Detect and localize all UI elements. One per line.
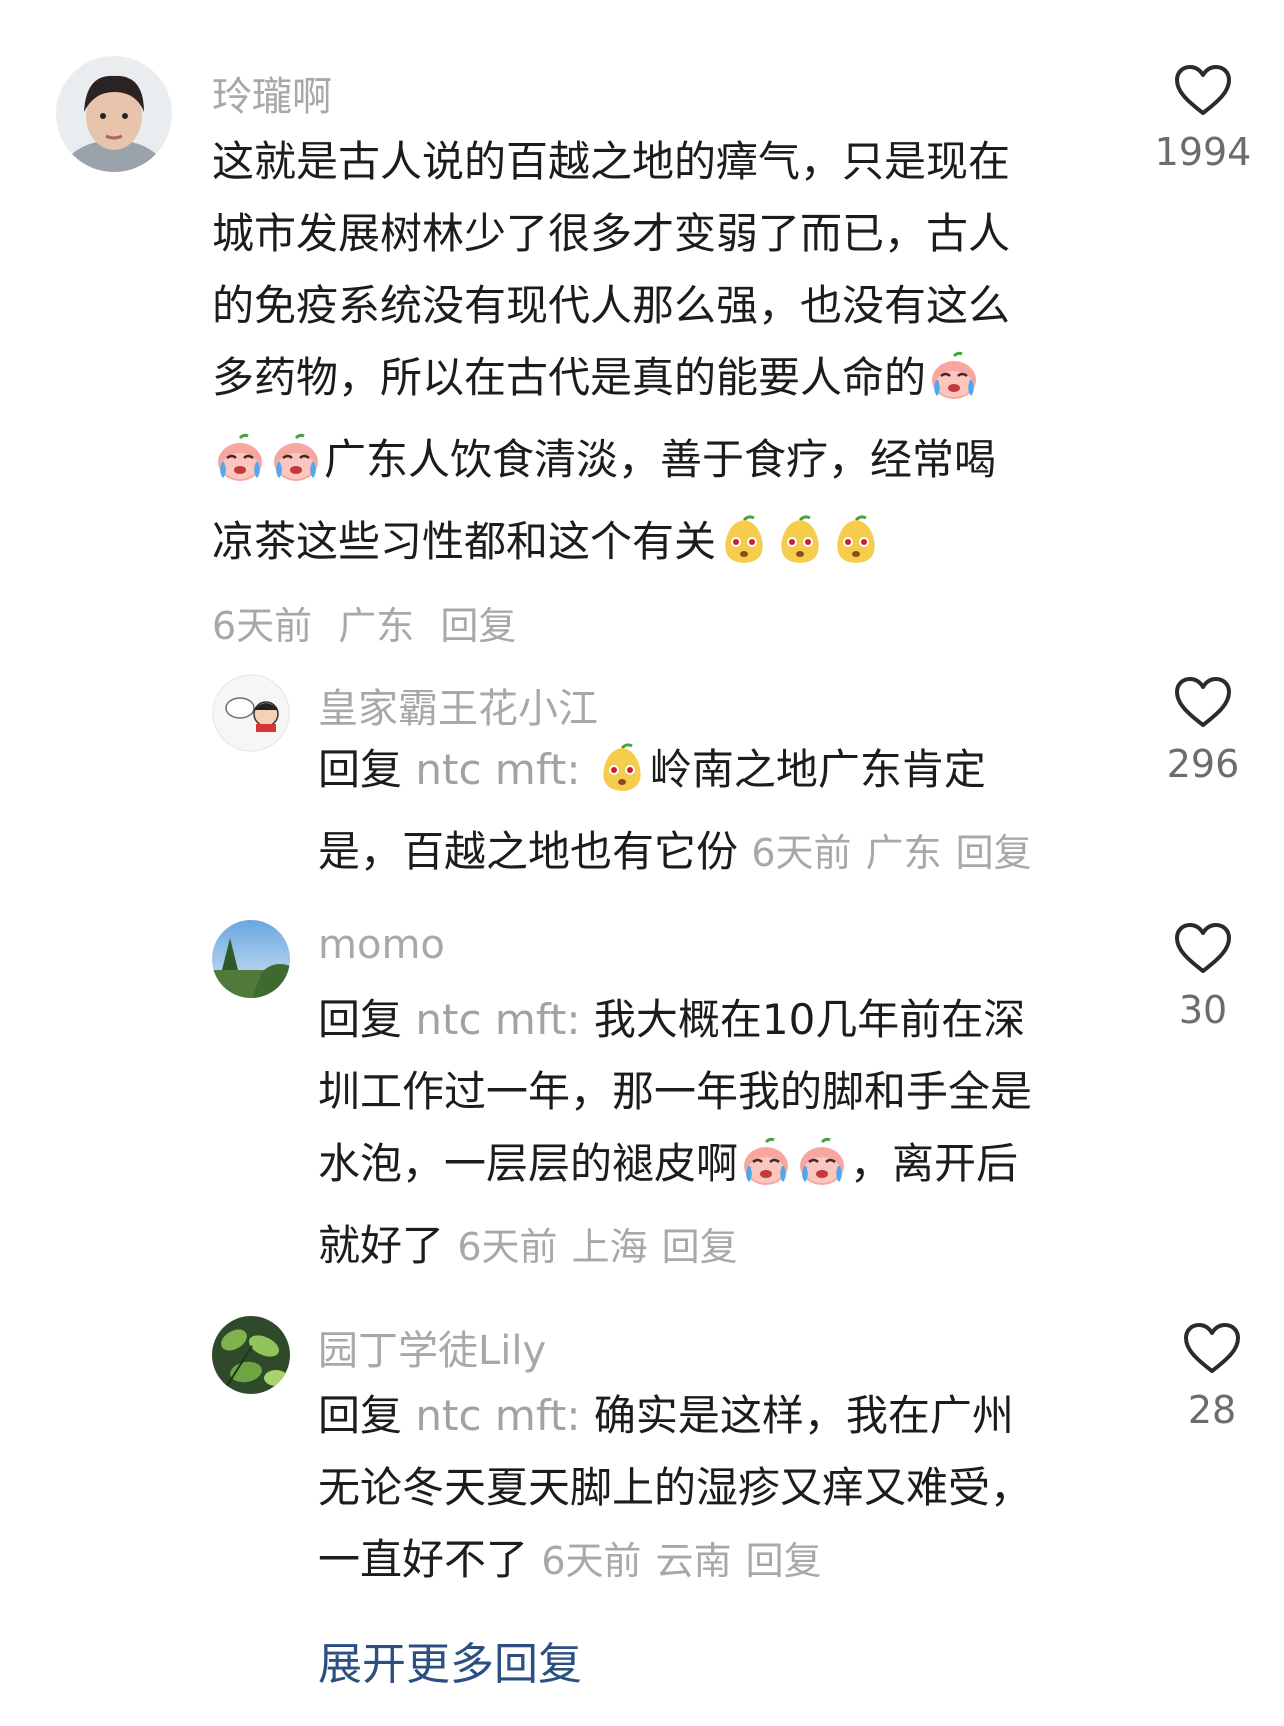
avatar[interactable] [212, 920, 290, 998]
reply-text: 回复 ntc mft: 确实是这样，我在广州 无论冬天夏天脚上的湿疹又痒又难受，… [318, 1380, 1138, 1597]
like-button[interactable]: 1994 [1133, 64, 1273, 174]
reply-username[interactable]: 园丁学徒Lily [318, 1318, 546, 1376]
comment-line-text: 广东人饮食清淡，善于食疗，经常喝 [324, 435, 997, 484]
pear-emoji-icon [774, 514, 826, 588]
avatar[interactable] [56, 56, 172, 172]
like-count: 1994 [1154, 130, 1252, 174]
crying-emoji-icon [928, 350, 980, 424]
reply-location: 云南 [655, 1539, 732, 1583]
like-button[interactable]: 28 [1142, 1322, 1282, 1432]
comment-text: 这就是古人说的百越之地的瘴气，只是现在 城市发展树林少了很多才变弱了而已，古人 … [212, 126, 1122, 654]
reply-line: 就好了 6天前 上海 回复 [318, 1210, 1138, 1283]
reply-username[interactable]: 皇家霸王花小江 [318, 676, 598, 734]
pear-emoji-icon [718, 514, 770, 588]
reply-location: 上海 [571, 1225, 648, 1269]
comment-line: 城市发展树林少了很多才变弱了而已，古人 [212, 209, 1011, 258]
reply-time: 6天前 [541, 1539, 642, 1583]
reply-line: 回复 ntc mft: 确实是这样，我在广州 [318, 1380, 1138, 1452]
reply-location: 广东 [865, 831, 942, 875]
comment-line: 这就是古人说的百越之地的瘴气，只是现在 [212, 137, 1011, 186]
reply-line-text: 是，百越之地也有它份 [318, 827, 739, 876]
comment-thread: 玲瓏啊 这就是古人说的百越之地的瘴气，只是现在 城市发展树林少了很多才变弱了而已… [0, 0, 1284, 1726]
crying-emoji-icon [270, 432, 322, 506]
reply-line-text: 一直好不了 [318, 1535, 529, 1584]
reply-prefix: 回复 [318, 745, 403, 794]
like-count: 296 [1166, 742, 1240, 786]
reply-button[interactable]: 回复 [956, 831, 1032, 875]
reply-text: 回复 ntc mft: 我大概在10几年前在深 圳工作过一年，那一年我的脚和手全… [318, 984, 1138, 1283]
reply-prefix: 回复 [318, 995, 403, 1044]
reply-line-text: 就好了 [318, 1221, 445, 1270]
pear-emoji-icon [830, 514, 882, 588]
heart-icon[interactable] [1133, 64, 1273, 116]
reply-text: 回复 ntc mft: 岭南之地广东肯定 是，百越之地也有它份 6天前 广东 回复 [318, 734, 1138, 889]
reply-line: 水泡，一层层的褪皮啊 ，离开后 [318, 1128, 1138, 1210]
pear-emoji-icon [596, 742, 648, 816]
reply-line-text: 水泡，一层层的褪皮啊 [318, 1139, 739, 1188]
reply-line: 回复 ntc mft: 我大概在10几年前在深 [318, 984, 1138, 1056]
reply-target[interactable]: ntc mft: [415, 995, 580, 1044]
reply-line-text: 岭南之地广东肯定 [649, 745, 986, 794]
reply-line-text: ，离开后 [850, 1139, 1019, 1188]
heart-icon[interactable] [1142, 1322, 1282, 1374]
reply-time: 6天前 [457, 1225, 558, 1269]
reply-line: 一直好不了 6天前 云南 回复 [318, 1524, 1138, 1597]
comment-username[interactable]: 玲瓏啊 [212, 64, 332, 122]
comment-location: 广东 [338, 604, 415, 648]
like-button[interactable]: 296 [1133, 676, 1273, 786]
crying-emoji-icon [796, 1136, 848, 1210]
reply-line: 圳工作过一年，那一年我的脚和手全是 [318, 1067, 1033, 1116]
comment-line-text: 多药物，所以在古代是真的能要人命的 [212, 353, 927, 402]
reply-target[interactable]: ntc mft: [415, 745, 580, 794]
reply-username[interactable]: momo [318, 922, 445, 968]
comment-line: 多药物，所以在古代是真的能要人命的 [212, 342, 1122, 424]
like-count: 30 [1178, 988, 1228, 1032]
comment-meta: 6天前 广东 回复 [212, 598, 1122, 654]
avatar[interactable] [212, 674, 290, 752]
comment-line: 广东人饮食清淡，善于食疗，经常喝 [212, 424, 1122, 506]
reply-line: 是，百越之地也有它份 6天前 广东 回复 [318, 816, 1138, 889]
like-button[interactable]: 30 [1133, 922, 1273, 1032]
reply-button[interactable]: 回复 [662, 1225, 738, 1269]
comment-time: 6天前 [212, 604, 313, 648]
comment-line-text: 凉茶这些习性都和这个有关 [212, 517, 717, 566]
reply-meta: 6天前 上海 回复 [457, 1225, 737, 1269]
crying-emoji-icon [214, 432, 266, 506]
reply-line-text: 我大概在10几年前在深 [593, 995, 1026, 1044]
reply-line: 回复 ntc mft: 岭南之地广东肯定 [318, 734, 1138, 816]
comment-line: 的免疫系统没有现代人那么强，也没有这么 [212, 281, 1011, 330]
reply-button[interactable]: 回复 [746, 1539, 822, 1583]
reply-line-text: 确实是这样，我在广州 [593, 1391, 1014, 1440]
reply-line: 无论冬天夏天脚上的湿疹又痒又难受， [318, 1463, 1033, 1512]
avatar[interactable] [212, 1316, 290, 1394]
reply-prefix: 回复 [318, 1391, 403, 1440]
comment-line: 凉茶这些习性都和这个有关 [212, 506, 1122, 588]
reply-meta: 6天前 云南 回复 [541, 1539, 821, 1583]
heart-icon[interactable] [1133, 922, 1273, 974]
reply-meta: 6天前 广东 回复 [751, 831, 1031, 875]
reply-time: 6天前 [751, 831, 852, 875]
heart-icon[interactable] [1133, 676, 1273, 728]
expand-more-replies-button[interactable]: 展开更多回复 [318, 1628, 582, 1692]
reply-target[interactable]: ntc mft: [415, 1391, 580, 1440]
reply-button[interactable]: 回复 [440, 604, 516, 648]
crying-emoji-icon [740, 1136, 792, 1210]
like-count: 28 [1187, 1388, 1237, 1432]
